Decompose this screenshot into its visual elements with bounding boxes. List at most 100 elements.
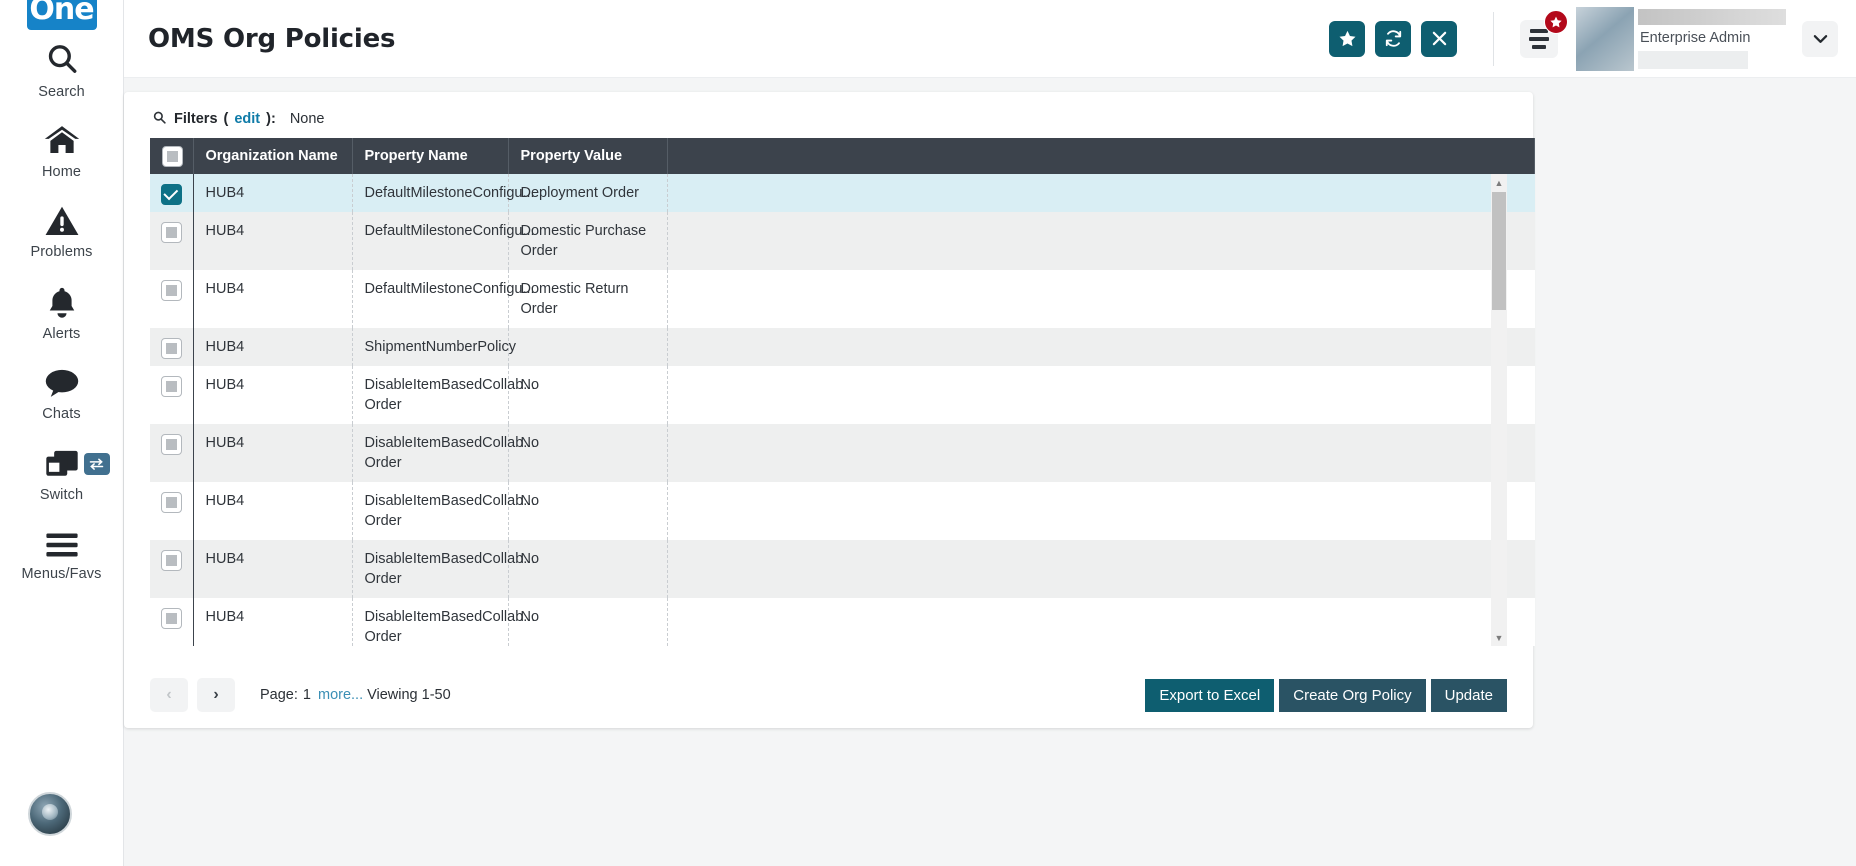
search-icon (153, 111, 166, 127)
row-select-cell[interactable] (150, 424, 193, 482)
scrollbar-thumb[interactable] (1492, 192, 1506, 310)
filters-edit-link[interactable]: edit (234, 111, 260, 127)
row-checkbox[interactable] (161, 550, 182, 571)
more-pages-link[interactable]: more... (318, 687, 363, 703)
sidebar-item-label: Home (42, 164, 81, 180)
sidebar-item-problems[interactable]: Problems (0, 192, 124, 273)
table-row[interactable]: HUB4DefaultMilestoneConfigu...Domestic R… (150, 270, 1535, 328)
row-checkbox[interactable] (161, 338, 182, 359)
app-logo[interactable]: One (27, 0, 97, 30)
user-menu-button[interactable] (1802, 21, 1838, 57)
sidebar-item-home[interactable]: Home (0, 111, 124, 192)
toolbar-divider (1493, 12, 1494, 66)
sidebar-item-label: Alerts (43, 326, 81, 342)
favorite-button[interactable] (1329, 21, 1365, 57)
avatar[interactable] (28, 792, 72, 836)
refresh-icon (1384, 29, 1403, 48)
export-to-excel-button[interactable]: Export to Excel (1145, 679, 1274, 712)
sidebar-item-label: Search (38, 84, 85, 100)
cell-property-value: No (508, 482, 667, 540)
user-name-redacted (1638, 9, 1786, 25)
user-block[interactable]: Enterprise Admin (1576, 7, 1838, 71)
row-checkbox[interactable] (161, 376, 182, 397)
cell-filler (667, 424, 1535, 482)
chevron-down-icon (1813, 34, 1828, 44)
row-checkbox[interactable] (161, 222, 182, 243)
row-checkbox[interactable] (161, 184, 182, 205)
cell-property-value: Deployment Order (508, 174, 667, 212)
cell-organization-name: HUB4 (193, 174, 352, 212)
page-label: Page: (260, 687, 298, 703)
create-org-policy-button[interactable]: Create Org Policy (1279, 679, 1425, 712)
table-row[interactable]: HUB4DisableItemBasedCollab...OrderNo (150, 598, 1535, 646)
sidebar-item-label: Problems (30, 244, 92, 260)
row-checkbox[interactable] (161, 434, 182, 455)
row-select-cell[interactable] (150, 540, 193, 598)
vertical-scrollbar[interactable]: ▲ ▼ (1491, 174, 1507, 646)
user-avatar (1576, 7, 1634, 71)
app-root: One Search Home (0, 0, 1856, 866)
cell-property-value: No (508, 366, 667, 424)
home-icon (44, 124, 80, 160)
table-row[interactable]: HUB4ShipmentNumberPolicy (150, 328, 1535, 366)
cell-filler (667, 270, 1535, 328)
user-meta: Enterprise Admin (1638, 9, 1786, 69)
cell-filler (667, 366, 1535, 424)
sidebar-item-alerts[interactable]: Alerts (0, 273, 124, 354)
cell-organization-name: HUB4 (193, 598, 352, 646)
column-header-property-value[interactable]: Property Value (508, 138, 667, 174)
cell-filler (667, 212, 1535, 270)
star-icon (1339, 30, 1356, 47)
table-footer: ‹ › Page:1more...Viewing 1-50 Export to … (124, 662, 1533, 728)
page-number[interactable]: 1 (303, 687, 311, 703)
next-page-button[interactable]: › (197, 678, 235, 712)
cell-property-name: DisableItemBasedCollab...Order (352, 482, 508, 540)
scroll-down-arrow[interactable]: ▼ (1491, 629, 1507, 646)
policies-table: HUB4DefaultMilestoneConfigu...Deployment… (150, 174, 1535, 646)
swap-arrows-icon[interactable] (84, 453, 110, 475)
cell-property-name: DefaultMilestoneConfigu... (352, 212, 508, 270)
update-button[interactable]: Update (1431, 679, 1507, 712)
select-all-checkbox[interactable] (162, 146, 183, 167)
select-all-header[interactable] (150, 138, 193, 174)
table-row[interactable]: HUB4DisableItemBasedCollab...OrderNo (150, 424, 1535, 482)
row-select-cell[interactable] (150, 270, 193, 328)
sidebar-item-search[interactable]: Search (0, 30, 124, 111)
table-row[interactable]: HUB4DefaultMilestoneConfigu...Deployment… (150, 174, 1535, 212)
table-row[interactable]: HUB4DefaultMilestoneConfigu...Domestic P… (150, 212, 1535, 270)
row-select-cell[interactable] (150, 482, 193, 540)
sidebar-item-chats[interactable]: Chats (0, 354, 124, 435)
table-body: HUB4DefaultMilestoneConfigu...Deployment… (150, 174, 1535, 646)
cell-organization-name: HUB4 (193, 540, 352, 598)
filters-paren-open: ( (224, 111, 229, 127)
row-select-cell[interactable] (150, 174, 193, 212)
left-sidebar: One Search Home (0, 0, 124, 866)
row-checkbox[interactable] (161, 280, 182, 301)
sidebar-item-switch[interactable]: Switch (0, 435, 124, 516)
row-checkbox[interactable] (161, 492, 182, 513)
cell-filler (667, 174, 1535, 212)
row-checkbox[interactable] (161, 608, 182, 629)
notifications-menu[interactable] (1520, 20, 1558, 58)
user-org-redacted (1638, 51, 1748, 69)
table-body-scroll-region[interactable]: HUB4DefaultMilestoneConfigu...Deployment… (150, 174, 1535, 646)
table-row[interactable]: HUB4DisableItemBasedCollab...OrderNo (150, 482, 1535, 540)
sidebar-item-menus-favs[interactable]: Menus/Favs (0, 516, 124, 597)
row-select-cell[interactable] (150, 366, 193, 424)
filters-label: Filters (174, 111, 218, 127)
table-row[interactable]: HUB4DisableItemBasedCollab...OrderNo (150, 540, 1535, 598)
sidebar-item-label: Menus/Favs (22, 566, 102, 582)
close-button[interactable] (1421, 21, 1457, 57)
cell-filler (667, 540, 1535, 598)
card-inner: Filters (edit): None Organization Name (124, 92, 1533, 728)
previous-page-button[interactable]: ‹ (150, 678, 188, 712)
row-select-cell[interactable] (150, 598, 193, 646)
table-row[interactable]: HUB4DisableItemBasedCollab...OrderNo (150, 366, 1535, 424)
scroll-up-arrow[interactable]: ▲ (1491, 174, 1507, 191)
row-select-cell[interactable] (150, 212, 193, 270)
row-select-cell[interactable] (150, 328, 193, 366)
column-header-organization-name[interactable]: Organization Name (193, 138, 352, 174)
pagination-info: Page:1more...Viewing 1-50 (260, 687, 451, 703)
column-header-property-name[interactable]: Property Name (352, 138, 508, 174)
refresh-button[interactable] (1375, 21, 1411, 57)
